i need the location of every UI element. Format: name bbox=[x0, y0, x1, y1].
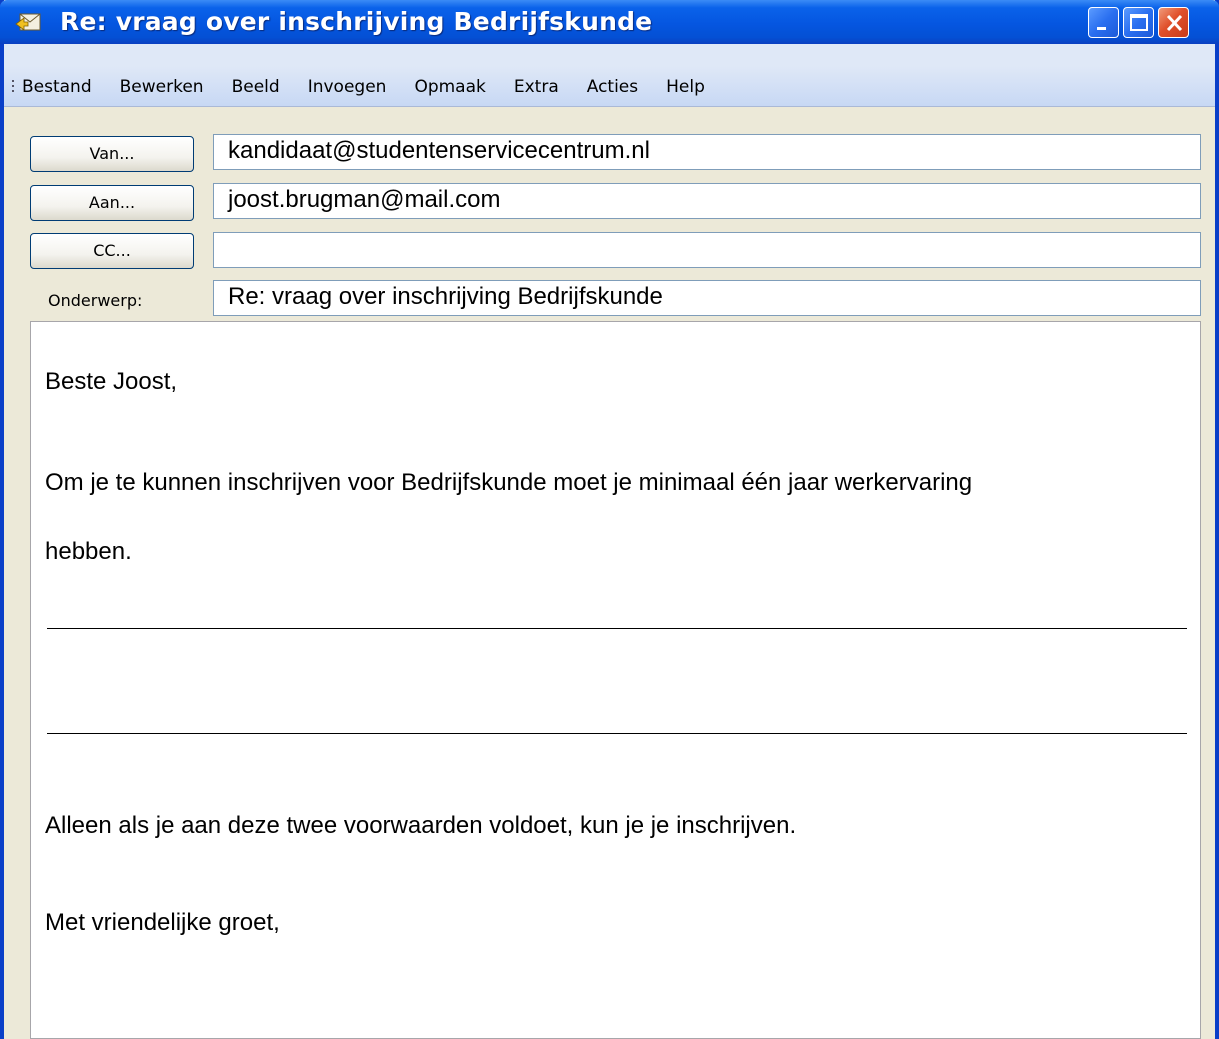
menu-acties[interactable]: Acties bbox=[573, 76, 652, 98]
body-line-1: Om je te kunnen inschrijven voor Bedrijf… bbox=[45, 469, 973, 496]
to-field[interactable]: joost.brugman@mail.com bbox=[213, 183, 1201, 219]
from-button[interactable]: Van... bbox=[30, 136, 194, 172]
menu-grip-icon[interactable] bbox=[12, 80, 16, 94]
blank-answer-line-1 bbox=[47, 628, 1187, 629]
closing-text: Met vriendelijke groet, bbox=[45, 909, 280, 936]
menu-beeld[interactable]: Beeld bbox=[218, 76, 294, 98]
body-line-3: Alleen als je aan deze twee voorwaarden … bbox=[45, 812, 797, 839]
maximize-button[interactable] bbox=[1123, 7, 1154, 38]
toolbar-strip bbox=[4, 44, 1215, 66]
title-bar[interactable]: Re: vraag over inschrijving Bedrijfskund… bbox=[0, 0, 1219, 44]
menu-opmaak[interactable]: Opmaak bbox=[400, 76, 499, 98]
to-button[interactable]: Aan... bbox=[30, 185, 194, 221]
message-window: Re: vraag over inschrijving Bedrijfskund… bbox=[0, 0, 1219, 1039]
body-line-2: hebben. bbox=[45, 538, 132, 565]
subject-label: Onderwerp: bbox=[48, 291, 143, 310]
menu-extra[interactable]: Extra bbox=[500, 76, 573, 98]
minimize-button[interactable] bbox=[1088, 7, 1119, 38]
close-icon bbox=[1166, 14, 1183, 32]
menu-items: Bestand Bewerken Beeld Invoegen Opmaak E… bbox=[22, 76, 719, 98]
cc-field[interactable] bbox=[213, 232, 1201, 268]
menu-help[interactable]: Help bbox=[652, 76, 719, 98]
greeting-text: Beste Joost, bbox=[45, 368, 178, 395]
minimize-icon bbox=[1097, 27, 1106, 30]
message-body[interactable]: Beste Joost, Om je te kunnen inschrijven… bbox=[30, 321, 1201, 1039]
menu-invoegen[interactable]: Invoegen bbox=[294, 76, 401, 98]
window-title: Re: vraag over inschrijving Bedrijfskund… bbox=[60, 7, 653, 36]
from-field[interactable]: kandidaat@studentenservicecentrum.nl bbox=[213, 134, 1201, 170]
blank-answer-line-2 bbox=[47, 733, 1187, 734]
subject-field[interactable]: Re: vraag over inschrijving Bedrijfskund… bbox=[213, 280, 1201, 316]
mail-envelope-icon bbox=[15, 13, 41, 31]
menu-bestand[interactable]: Bestand bbox=[22, 76, 106, 98]
close-button[interactable] bbox=[1158, 7, 1189, 38]
menu-bewerken[interactable]: Bewerken bbox=[106, 76, 218, 98]
maximize-icon bbox=[1130, 14, 1148, 31]
cc-button[interactable]: CC... bbox=[30, 233, 194, 269]
